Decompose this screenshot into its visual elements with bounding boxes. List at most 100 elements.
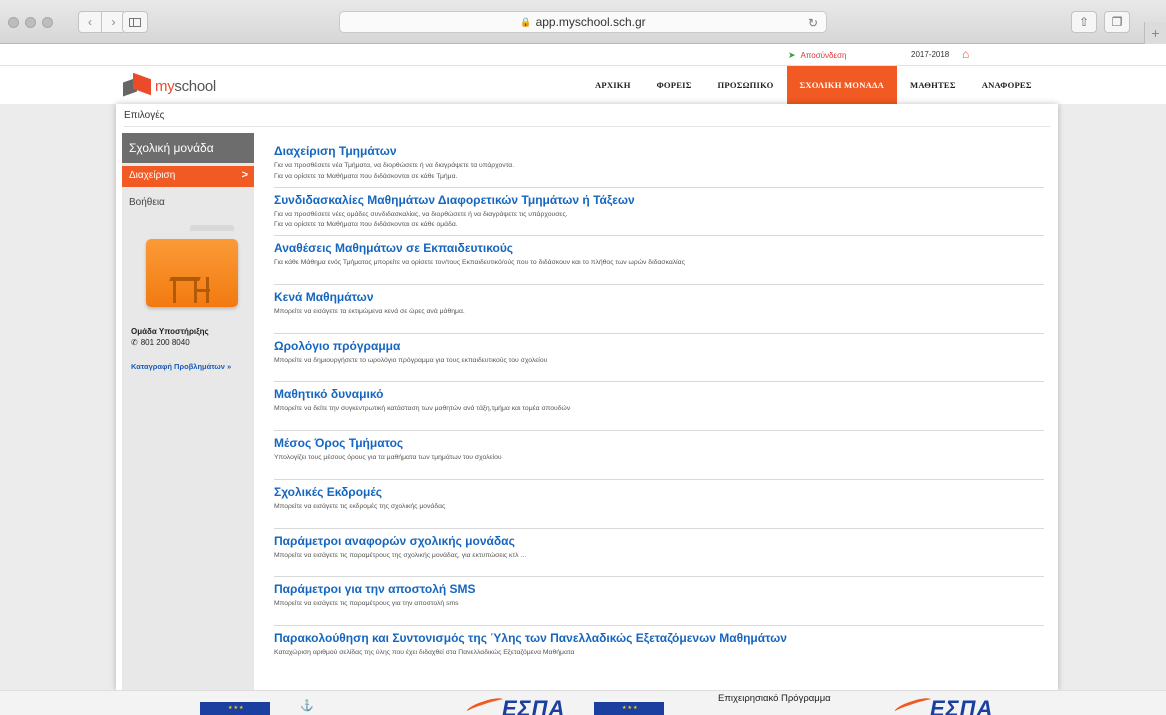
entry-description: Μπορείτε να εισάγετε τις εκδρομές της σχ… xyxy=(274,502,446,510)
nav-home[interactable]: ΑΡΧΙΚΗ xyxy=(582,66,644,104)
home-icon[interactable]: ⌂ xyxy=(962,47,969,61)
entry-description: Για κάθε Μάθημα ενός Τμήματος μπορείτε ν… xyxy=(274,259,685,267)
zoom-window-button[interactable] xyxy=(42,17,53,28)
sidebar-item-help[interactable]: Βοήθεια xyxy=(122,187,254,217)
espa-swoosh-icon xyxy=(465,695,505,715)
tabs-icon: ❐ xyxy=(1111,15,1123,29)
entry-description: Μπορείτε να δείτε την συγκεντρωτική κατά… xyxy=(274,405,571,413)
entry-title-link[interactable]: Μέσος Όρος Τμήματος xyxy=(274,436,1044,450)
anchor-icon: ⚓ xyxy=(300,700,314,712)
sidebar-title: Σχολική μονάδα xyxy=(122,133,254,163)
minimize-window-button[interactable] xyxy=(25,17,36,28)
entry-title-link[interactable]: Παράμετροι για την αποστολή SMS xyxy=(274,582,1044,596)
entry-title-link[interactable]: Συνδιδασκαλίες Μαθημάτων Διαφορετικών Τμ… xyxy=(274,193,1044,207)
eu-flag-icon: ★★★ xyxy=(200,702,270,715)
entry-title-link[interactable]: Παρακολούθηση και Συντονισμός της Ύλης τ… xyxy=(274,631,1044,645)
chevron-left-icon: ‹ xyxy=(88,15,92,29)
site-header: myschool ΑΡΧΙΚΗ ΦΟΡΕΙΣ ΠΡΟΣΩΠΙΚΟ ΣΧΟΛΙΚΗ… xyxy=(0,66,1166,109)
address-bar[interactable]: 🔒 app.myschool.sch.gr ↻ xyxy=(339,11,827,33)
share-button[interactable]: ⇧ xyxy=(1071,11,1097,33)
entry-description: Για να προσθέσετε νέα Τμήματα, να διορθώ… xyxy=(274,162,515,169)
entry-title-link[interactable]: Αναθέσεις Μαθημάτων σε Εκπαιδευτικούς xyxy=(274,241,1044,255)
browser-toolbar: ‹ › 🔒 app.myschool.sch.gr ↻ ⇧ ❐ + xyxy=(0,0,1166,44)
entry-title-link[interactable]: Ωρολόγιο πρόγραμμα xyxy=(274,339,1044,353)
chevron-right-icon: › xyxy=(111,15,116,29)
footer-logos: ★★★ ⚓ ΕΣΠΑ ★★★ Επιχειρησιακό Πρόγραμμα Ε… xyxy=(0,690,1166,715)
list-item: Κενά Μαθημάτων Μπορείτε να εισάγετε τα ε… xyxy=(274,285,1044,334)
support-title: Ομάδα Υποστήριξης xyxy=(131,327,209,336)
list-item: Συνδιδασκαλίες Μαθημάτων Διαφορετικών Τμ… xyxy=(274,188,1044,237)
report-problems-link[interactable]: Καταγραφή Προβλημάτων » xyxy=(131,362,231,371)
plus-icon: + xyxy=(1151,25,1160,41)
logo-suffix: school xyxy=(174,77,216,95)
sidebar-icon xyxy=(129,17,141,27)
entry-description: Μπορείτε να δημιουργήσετε το ωρολόγιο πρ… xyxy=(274,356,548,364)
nav-school-unit[interactable]: ΣΧΟΛΙΚΗ ΜΟΝΑΔΑ xyxy=(786,66,898,109)
support-info: Ομάδα Υποστήριξης ✆ 801 200 8040 xyxy=(131,327,209,347)
list-item: Ωρολόγιο πρόγραμμα Μπορείτε να δημιουργή… xyxy=(274,334,1044,383)
entry-description: Για να ορίσετε τα Μαθήματα που διδάσκοντ… xyxy=(274,172,458,180)
entry-title-link[interactable]: Κενά Μαθημάτων xyxy=(274,290,1044,304)
entry-description: Υπολογίζει τους μέσους όρους για τα μαθή… xyxy=(274,454,502,462)
lock-icon: 🔒 xyxy=(520,16,532,27)
sidebar: Σχολική μονάδα Διαχείριση > Βοήθεια Ομάδ… xyxy=(122,133,254,690)
share-icon: ⇧ xyxy=(1078,15,1090,29)
support-phone: 801 200 8040 xyxy=(140,338,190,347)
school-folder-icon xyxy=(146,225,238,307)
list-item: Μαθητικό δυναμικό Μπορείτε να δείτε την … xyxy=(274,382,1044,432)
entry-description: Μπορείτε να εισάγετε τα εκτιμώμενα κενά … xyxy=(274,308,465,316)
history-buttons: ‹ › xyxy=(78,11,126,33)
espa-swoosh-icon xyxy=(893,695,933,715)
options-heading: Επιλογές xyxy=(124,110,165,121)
main-nav: ΑΡΧΙΚΗ ΦΟΡΕΙΣ ΠΡΟΣΩΠΙΚΟ ΣΧΟΛΙΚΗ ΜΟΝΑΔΑ Μ… xyxy=(582,66,1045,109)
logout-link[interactable]: ➤ Αποσύνδεση xyxy=(788,50,846,61)
tabs-overview-button[interactable]: ❐ xyxy=(1104,11,1130,33)
window-controls[interactable] xyxy=(8,17,53,28)
sidebar-item-management[interactable]: Διαχείριση > xyxy=(122,166,254,187)
entry-title-link[interactable]: Μαθητικό δυναμικό xyxy=(274,387,1044,401)
sidebar-item-label: Διαχείριση xyxy=(129,170,176,181)
chevron-right-icon: > xyxy=(241,169,248,181)
logo-mark-icon xyxy=(123,72,153,97)
nav-reports[interactable]: ΑΝΑΦΟΡΕΣ xyxy=(969,66,1045,104)
entry-title-link[interactable]: Διαχείριση Τμημάτων xyxy=(274,144,1044,158)
close-window-button[interactable] xyxy=(8,17,19,28)
entry-description: Για να ορίσετε τα Μαθήματα που διδάσκοντ… xyxy=(274,221,458,229)
logout-label: Αποσύνδεση xyxy=(800,51,847,60)
list-item: Παράμετροι αναφορών σχολικής μονάδας Μπο… xyxy=(274,529,1044,578)
logo-text: myschool xyxy=(155,78,216,95)
entry-title-link[interactable]: Σχολικές Εκδρομές xyxy=(274,485,1044,499)
entry-description: Μπορείτε να εισάγετε τις παραμέτρους για… xyxy=(274,600,459,608)
entry-description: Μπορείτε να εισάγετε τις παραμέτρους της… xyxy=(274,551,527,559)
list-item: Αναθέσεις Μαθημάτων σε Εκπαιδευτικούς Γι… xyxy=(274,236,1044,286)
list-item: Παρακολούθηση και Συντονισμός της Ύλης τ… xyxy=(274,626,1044,675)
school-year[interactable]: 2017-2018 xyxy=(911,50,949,59)
operational-program-label: Επιχειρησιακό Πρόγραμμα xyxy=(718,693,831,704)
myschool-logo[interactable]: myschool xyxy=(123,72,216,97)
entry-title-link[interactable]: Παράμετροι αναφορών σχολικής μονάδας xyxy=(274,534,1044,548)
nav-students[interactable]: ΜΑΘΗΤΕΣ xyxy=(897,66,969,104)
content-panel: Επιλογές Σχολική μονάδα Διαχείριση > Βοή… xyxy=(116,104,1058,690)
sidebar-toggle-button[interactable] xyxy=(122,11,148,33)
new-tab-button[interactable]: + xyxy=(1144,22,1166,44)
phone-icon: ✆ xyxy=(131,338,138,347)
list-item: Παράμετροι για την αποστολή SMS Μπορείτε… xyxy=(274,577,1044,626)
options-list: Διαχείριση Τμημάτων Για να προσθέσετε νέ… xyxy=(274,139,1044,675)
user-strip: ➤ Αποσύνδεση 2017-2018 ⌂ xyxy=(0,44,1166,66)
espa-logo: ΕΣΠΑ xyxy=(502,696,566,715)
logo-prefix: my xyxy=(155,77,175,95)
espa-logo: ΕΣΠΑ xyxy=(930,696,994,715)
divider xyxy=(124,126,1050,127)
list-item: Διαχείριση Τμημάτων Για να προσθέσετε νέ… xyxy=(274,139,1044,188)
entry-description: Καταχώριση αριθμού σελίδας της ύλης που … xyxy=(274,648,575,656)
list-item: Μέσος Όρος Τμήματος Υπολογίζει τους μέσο… xyxy=(274,431,1044,480)
list-item: Σχολικές Εκδρομές Μπορείτε να εισάγετε τ… xyxy=(274,480,1044,529)
url-text: app.myschool.sch.gr xyxy=(535,15,646,29)
eu-flag-icon: ★★★ xyxy=(594,702,664,715)
nav-organizations[interactable]: ΦΟΡΕΙΣ xyxy=(644,66,705,104)
back-button[interactable]: ‹ xyxy=(78,11,102,33)
entry-description: Για να προσθέσετε νέες ομάδες συνδιδασκα… xyxy=(274,210,568,218)
nav-staff[interactable]: ΠΡΟΣΩΠΙΚΟ xyxy=(705,66,787,104)
logout-icon: ➤ xyxy=(788,50,796,60)
reload-icon[interactable]: ↻ xyxy=(808,16,818,30)
